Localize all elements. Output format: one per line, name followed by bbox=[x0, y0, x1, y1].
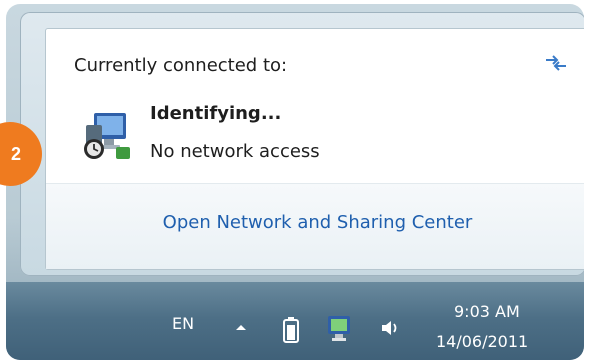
show-hidden-arrow-icon[interactable] bbox=[234, 322, 248, 332]
clock-date[interactable]: 14/06/2011 bbox=[436, 332, 528, 351]
network-identifying-icon bbox=[84, 113, 130, 159]
network-flyout-window: Currently connected to: Identifying... N bbox=[20, 12, 584, 276]
network-status: No network access bbox=[150, 141, 320, 162]
clock-time[interactable]: 9:03 AM bbox=[454, 302, 520, 321]
open-network-sharing-center-link[interactable]: Open Network and Sharing Center bbox=[46, 212, 584, 233]
network-name: Identifying... bbox=[150, 103, 282, 124]
volume-icon[interactable] bbox=[380, 318, 402, 338]
screenshot-frame: Currently connected to: Identifying... N bbox=[6, 4, 584, 360]
network-icon[interactable] bbox=[324, 314, 354, 342]
network-flyout-panel: Currently connected to: Identifying... N bbox=[45, 28, 584, 270]
battery-icon[interactable] bbox=[282, 316, 300, 344]
connected-heading: Currently connected to: bbox=[74, 55, 288, 76]
language-indicator[interactable]: EN bbox=[172, 314, 194, 333]
flyout-footer: Open Network and Sharing Center bbox=[46, 184, 584, 269]
taskbar: EN 9:03 AM 14/06/2011 bbox=[6, 282, 584, 360]
refresh-icon[interactable] bbox=[542, 51, 570, 75]
